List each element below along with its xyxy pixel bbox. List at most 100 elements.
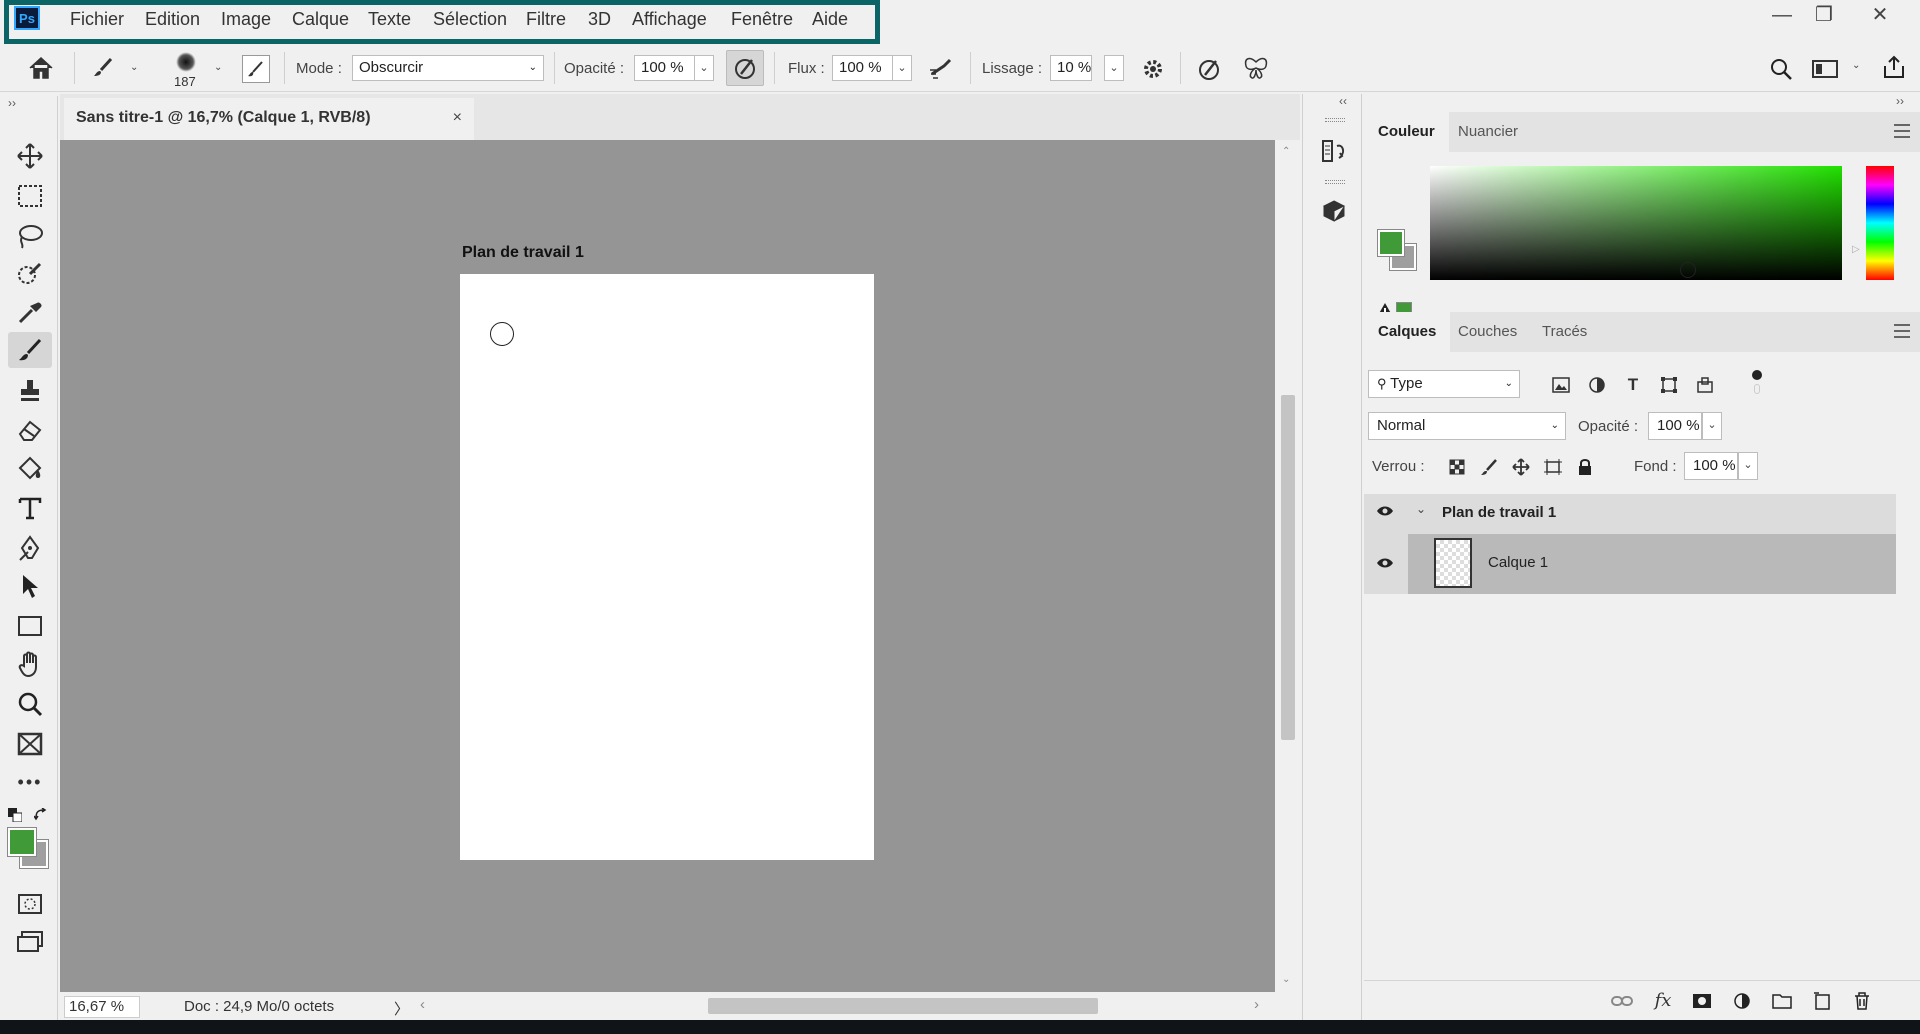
history-panel-icon[interactable]: [1317, 134, 1351, 168]
filter-toggle-icon[interactable]: [1752, 370, 1762, 380]
type-tool-icon[interactable]: [8, 490, 52, 526]
canvas-horizontal-scroll-thumb[interactable]: [708, 998, 1098, 1014]
flow-field[interactable]: 100 %: [832, 55, 894, 81]
tab-nuancier[interactable]: Nuancier: [1444, 112, 1532, 152]
tab-couleur[interactable]: Couleur: [1364, 112, 1449, 152]
opacity-field[interactable]: 100 %: [634, 55, 696, 81]
layer-row[interactable]: Calque 1: [1408, 534, 1896, 594]
swap-colors-icon[interactable]: [33, 807, 48, 822]
chevron-down-icon[interactable]: ⌄: [214, 62, 222, 73]
minimize-button[interactable]: —: [1762, 2, 1802, 28]
zoom-tool-icon[interactable]: [8, 686, 52, 722]
new-layer-icon[interactable]: [1810, 989, 1834, 1013]
brush-tool-icon[interactable]: [8, 332, 52, 368]
pen-tool-icon[interactable]: [8, 530, 52, 566]
filter-shape-icon[interactable]: [1658, 374, 1680, 396]
default-colors-icon[interactable]: [8, 808, 23, 823]
chevron-down-icon[interactable]: ⌄: [1738, 452, 1758, 480]
document-tab[interactable]: Sans titre-1 @ 16,7% (Calque 1, RVB/8) ×: [64, 98, 474, 140]
artboard-title[interactable]: Plan de travail 1: [462, 244, 584, 262]
paint-bucket-tool-icon[interactable]: [8, 450, 52, 486]
chevron-down-icon[interactable]: ⌄: [1702, 412, 1722, 440]
stamp-tool-icon[interactable]: [8, 372, 52, 408]
layer-style-fx-icon[interactable]: fx: [1650, 987, 1676, 1013]
artboard[interactable]: [460, 274, 874, 860]
foreground-color-swatch[interactable]: [8, 828, 36, 856]
color-picker-ring[interactable]: [1680, 262, 1696, 278]
quick-mask-icon[interactable]: [8, 886, 52, 922]
filter-type-icon[interactable]: T: [1622, 374, 1644, 396]
tab-calques[interactable]: Calques: [1364, 312, 1451, 352]
new-group-folder-icon[interactable]: [1770, 989, 1794, 1013]
visibility-eye-icon[interactable]: [1376, 504, 1394, 520]
move-tool-icon[interactable]: [8, 138, 52, 174]
lock-artboard-icon[interactable]: [1542, 456, 1564, 478]
filter-adjustment-icon[interactable]: [1586, 374, 1608, 396]
hue-slider[interactable]: [1866, 166, 1894, 280]
delete-layer-trash-icon[interactable]: [1850, 989, 1874, 1013]
panel-menu-icon[interactable]: [1894, 124, 1910, 138]
tab-couches[interactable]: Couches: [1444, 312, 1531, 352]
lock-transparent-pixels-icon[interactable]: [1446, 456, 1468, 478]
eyedropper-tool-icon[interactable]: [8, 294, 52, 330]
layers-scrollbar[interactable]: [1896, 494, 1920, 594]
brush-tip-preview[interactable]: [176, 52, 196, 72]
chevron-down-icon[interactable]: ⌄: [1852, 60, 1860, 71]
expand-panel-icon[interactable]: ››: [8, 96, 16, 110]
lock-image-pixels-icon[interactable]: [1478, 456, 1500, 478]
link-layers-icon[interactable]: [1610, 989, 1634, 1013]
smoothing-field[interactable]: 10 %: [1050, 55, 1093, 81]
workspace-icon[interactable]: [1810, 56, 1840, 82]
status-menu-arrow[interactable]: 〉: [394, 998, 409, 1019]
mode-select[interactable]: Obscurcir ⌄: [352, 55, 544, 81]
collapse-panels-icon[interactable]: ‹‹: [1339, 94, 1347, 108]
lock-position-icon[interactable]: [1510, 456, 1532, 478]
filter-smart-object-icon[interactable]: [1694, 374, 1716, 396]
screen-mode-icon[interactable]: [8, 924, 52, 960]
scroll-right-icon[interactable]: ›: [1254, 996, 1259, 1013]
more-tools-icon[interactable]: •••: [8, 764, 52, 800]
fill-field[interactable]: 100 %: [1684, 452, 1738, 480]
panel-grip[interactable]: [1325, 180, 1345, 184]
layer-opacity-field[interactable]: 100 %: [1648, 412, 1702, 440]
marquee-tool-icon[interactable]: [8, 178, 52, 214]
add-mask-icon[interactable]: [1690, 989, 1714, 1013]
eraser-tool-icon[interactable]: [8, 412, 52, 448]
close-window-button[interactable]: ✕: [1860, 2, 1900, 28]
chevron-down-icon[interactable]: ⌄: [1416, 502, 1426, 516]
filter-pixel-icon[interactable]: [1550, 374, 1572, 396]
airbrush-icon[interactable]: [926, 54, 958, 82]
brush-settings-panel-icon[interactable]: [242, 55, 270, 83]
chevron-down-icon[interactable]: ⌄: [694, 55, 714, 81]
hand-tool-icon[interactable]: [8, 646, 52, 682]
chevron-down-icon[interactable]: ⌄: [892, 55, 912, 81]
close-document-button[interactable]: ×: [453, 98, 462, 138]
pressure-opacity-icon[interactable]: [726, 50, 764, 86]
pressure-size-icon[interactable]: [1194, 54, 1224, 84]
home-icon[interactable]: [26, 54, 56, 82]
expand-panels-icon[interactable]: ››: [1896, 94, 1904, 108]
layer-group-row[interactable]: ⌄ Plan de travail 1: [1364, 494, 1896, 534]
panel-menu-icon[interactable]: [1894, 324, 1910, 338]
rectangle-tool-icon[interactable]: [8, 608, 52, 644]
search-icon[interactable]: [1766, 54, 1796, 84]
3d-panel-icon[interactable]: [1317, 194, 1351, 228]
chevron-down-icon[interactable]: ⌄: [130, 62, 138, 73]
path-selection-tool-icon[interactable]: [8, 568, 52, 604]
panel-grip[interactable]: [1325, 118, 1345, 122]
scroll-left-icon[interactable]: ‹: [420, 996, 425, 1013]
quick-selection-tool-icon[interactable]: [8, 256, 52, 292]
canvas-vertical-scroll-thumb[interactable]: [1281, 395, 1295, 740]
gear-icon[interactable]: [1138, 54, 1168, 84]
lasso-tool-icon[interactable]: [8, 218, 52, 254]
adjustment-layer-icon[interactable]: [1730, 989, 1754, 1013]
chevron-down-icon[interactable]: ⌄: [1104, 55, 1124, 81]
restore-button[interactable]: ❐: [1804, 2, 1844, 28]
brush-preset-icon[interactable]: [88, 54, 118, 82]
tab-traces[interactable]: Tracés: [1528, 312, 1601, 352]
share-icon[interactable]: [1878, 52, 1910, 82]
foreground-color-swatch[interactable]: [1378, 230, 1404, 256]
lock-all-icon[interactable]: [1574, 456, 1596, 478]
color-saturation-field[interactable]: [1430, 166, 1842, 280]
symmetry-butterfly-icon[interactable]: [1240, 54, 1272, 84]
